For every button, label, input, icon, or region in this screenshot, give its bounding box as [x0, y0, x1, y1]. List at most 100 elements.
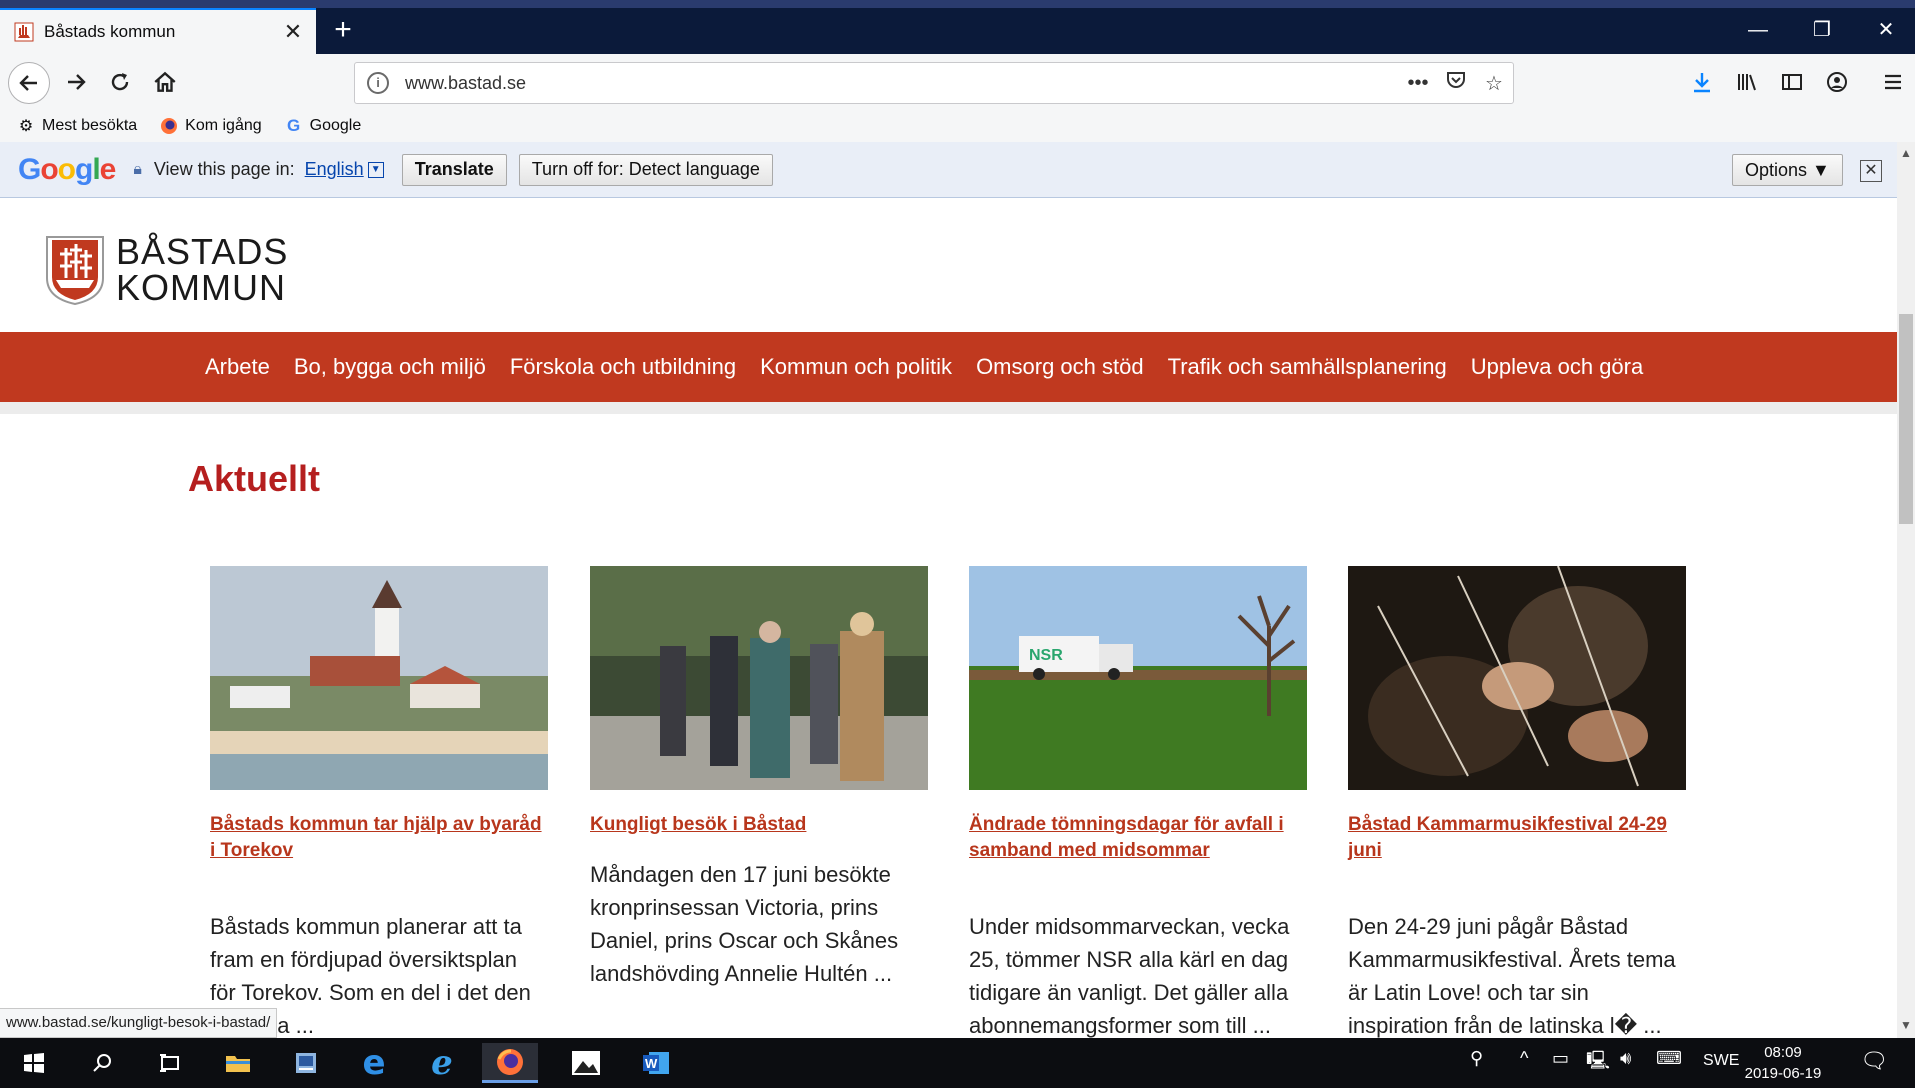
clock-time: 08:09 [1764, 1044, 1802, 1061]
site-logo[interactable]: BÅSTADS KOMMUN [44, 234, 288, 306]
file-explorer-icon[interactable] [210, 1043, 266, 1083]
new-tab-icon[interactable]: + [326, 14, 360, 48]
news-title-link[interactable]: Båstads kommun tar hjälp av byaråd i Tor… [210, 812, 548, 864]
url-bar[interactable]: i www.bastad.se ••• ☆ [354, 62, 1514, 104]
news-image-torekov[interactable] [210, 566, 548, 790]
turn-off-button[interactable]: Turn off for: Detect language [518, 153, 773, 186]
view-in-label: View this page in: [153, 159, 295, 179]
language-select[interactable]: English [305, 159, 364, 180]
pocket-icon[interactable] [1437, 69, 1475, 97]
main-navigation: Arbete Bo, bygga och miljö Förskola och … [0, 332, 1897, 402]
bookmark-label: Kom igång [185, 117, 262, 134]
task-view-icon[interactable] [142, 1043, 198, 1083]
clock-date: 2019-06-19 [1744, 1065, 1822, 1082]
bastad-favicon-icon [14, 22, 34, 42]
news-description: Den 24-29 juni pågår Båstad Kammarmusikf… [1348, 914, 1676, 1038]
news-title-link[interactable]: Kungligt besök i Båstad [590, 812, 928, 838]
news-image-chamber-music[interactable] [1348, 566, 1686, 790]
nav-item-omsorg[interactable]: Omsorg och stöd [976, 354, 1144, 380]
tray-expand-icon[interactable]: ^ [1520, 1048, 1528, 1069]
window-close-icon[interactable]: ✕ [1861, 12, 1911, 48]
edge-icon[interactable]: e [346, 1043, 402, 1083]
home-icon [154, 71, 176, 92]
library-icon[interactable] [1727, 62, 1767, 102]
bookmark-google[interactable]: G Google [284, 116, 362, 136]
network-icon[interactable]: 🖳︎ [1586, 1048, 1610, 1078]
windows-start-icon[interactable] [6, 1043, 62, 1083]
url-text[interactable]: www.bastad.se [405, 73, 1399, 94]
downloads-icon[interactable] [1682, 62, 1722, 102]
search-icon[interactable] [74, 1043, 130, 1083]
account-icon[interactable] [1817, 62, 1857, 102]
windows-taskbar: e e W ⚲ ^ ▭ 🖳︎ 🔊︎ ⌨ SWE 08:09 2019-06-19… [0, 1038, 1915, 1088]
bookmark-star-icon[interactable]: ☆ [1475, 71, 1513, 96]
news-image-garbage-truck[interactable]: NSR [969, 566, 1307, 790]
nav-divider [0, 402, 1897, 414]
web-page: BÅSTADS KOMMUN Arbete Bo, bygga och milj… [0, 198, 1897, 1038]
news-image-royal-visit[interactable] [590, 566, 928, 790]
input-language[interactable]: SWE [1703, 1052, 1739, 1070]
news-card: NSR Ändrade tömningsdagar för avfall i s… [969, 566, 1307, 1038]
tab-bar: Båstads kommun ✕ + — ❐ ✕ [0, 0, 1915, 54]
news-title-link[interactable]: Båstad Kammarmusikfestival 24-29 juni [1348, 812, 1686, 864]
internet-explorer-icon[interactable]: e [414, 1043, 470, 1083]
page-actions-icon[interactable]: ••• [1399, 72, 1437, 95]
translate-bar: Google 🔒︎ View this page in: English ▼ T… [0, 142, 1897, 198]
forward-arrow-icon [68, 74, 86, 90]
reload-icon [111, 73, 129, 91]
news-title-link[interactable]: Ändrade tömningsdagar för avfall i samba… [969, 812, 1307, 864]
news-description: Under midsommarveckan, vecka 25, tömmer … [969, 914, 1290, 1038]
nav-item-uppleva[interactable]: Uppleva och göra [1471, 354, 1643, 380]
lock-icon: 🔒︎ [133, 160, 142, 178]
clock[interactable]: 08:09 2019-06-19 [1738, 1042, 1828, 1084]
word-icon[interactable]: W [628, 1043, 684, 1083]
bookmark-label: Mest besökta [42, 117, 138, 134]
nav-item-arbete[interactable]: Arbete [205, 354, 270, 380]
gear-icon: ⚙ [18, 118, 34, 135]
restore-icon[interactable]: ❐ [1797, 12, 1847, 48]
nav-item-bo-bygga[interactable]: Bo, bygga och miljö [294, 354, 486, 380]
menu-hamburger-icon[interactable] [1873, 62, 1913, 102]
nav-item-kommun[interactable]: Kommun och politik [760, 354, 952, 380]
home-button[interactable] [145, 62, 185, 102]
google-logo: Google [18, 152, 116, 186]
firefox-taskbar-icon[interactable] [482, 1043, 538, 1083]
reload-button[interactable] [100, 62, 140, 102]
bookmarks-toolbar: ⚙ Mest besökta Kom igång G Google [0, 110, 1915, 142]
action-center-icon[interactable]: 🗨︎ [1860, 1048, 1888, 1074]
nav-item-trafik[interactable]: Trafik och samhällsplanering [1168, 354, 1447, 380]
language-dropdown-icon[interactable]: ▼ [367, 161, 384, 178]
translate-button[interactable]: Translate [401, 153, 507, 186]
bookmark-get-started[interactable]: Kom igång [159, 116, 262, 136]
nav-item-forskola[interactable]: Förskola och utbildning [510, 354, 736, 380]
section-heading: Aktuellt [188, 458, 321, 499]
browser-tab[interactable]: Båstads kommun ✕ [0, 8, 316, 54]
news-card: Båstads kommun tar hjälp av byaråd i Tor… [210, 566, 548, 1038]
site-info-icon[interactable]: i [367, 72, 389, 94]
translate-close-icon[interactable]: ✕ [1860, 160, 1882, 182]
news-card: Kungligt besök i Båstad Måndagen den 17 … [590, 566, 928, 990]
tab-title: Båstads kommun [44, 22, 176, 41]
control-panel-icon[interactable] [278, 1043, 334, 1083]
scroll-thumb[interactable] [1899, 314, 1913, 524]
keyboard-icon[interactable]: ⌨ [1656, 1048, 1682, 1069]
volume-icon[interactable]: 🔊︎ [1620, 1048, 1631, 1069]
google-g-icon: G [287, 116, 301, 135]
people-icon[interactable]: ⚲ [1470, 1048, 1483, 1069]
bookmark-most-visited[interactable]: ⚙ Mest besökta [16, 116, 137, 136]
firefox-icon [159, 116, 179, 136]
page-scrollbar[interactable]: ▲ ▼ [1897, 142, 1915, 1038]
battery-icon[interactable]: ▭ [1552, 1048, 1569, 1069]
minimize-icon[interactable]: — [1733, 12, 1783, 48]
scroll-down-icon[interactable]: ▼ [1899, 1018, 1913, 1034]
bookmark-label: Google [309, 117, 362, 134]
tab-close-icon[interactable]: ✕ [278, 19, 308, 45]
back-button[interactable] [8, 62, 50, 104]
scroll-up-icon[interactable]: ▲ [1899, 146, 1913, 162]
sidebar-icon[interactable] [1772, 62, 1812, 102]
forward-button[interactable] [56, 62, 96, 102]
svg-text:W: W [645, 1056, 658, 1071]
options-button[interactable]: Options ▼ [1732, 154, 1843, 186]
svg-text:NSR: NSR [1029, 647, 1063, 664]
photos-icon[interactable] [558, 1043, 614, 1083]
